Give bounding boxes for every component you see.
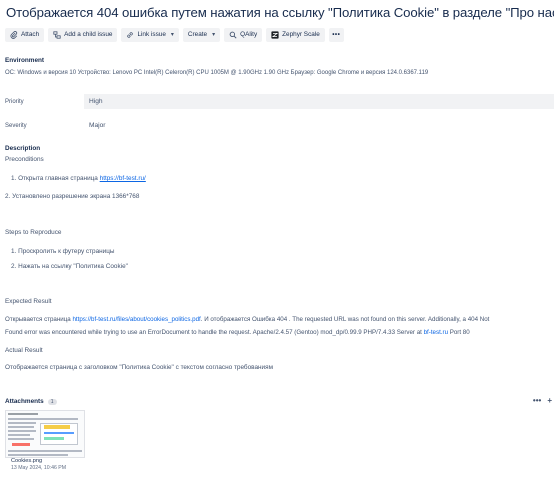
add-child-label: Add a child issue [64,31,113,38]
more-actions-button[interactable]: ••• [328,27,344,42]
attachments-actions: ••• + [533,396,552,405]
more-icon: ••• [332,31,341,38]
bf-test-link[interactable]: https://bf-test.ru/ [100,175,146,182]
link-icon [127,31,134,38]
priority-label: Priority [5,99,24,105]
zephyr-label: Zephyr Scale [282,31,320,38]
create-button[interactable]: Create ▾ [182,27,221,42]
actual-result-label: Actual Result [5,347,43,354]
environment-heading: Environment [5,57,45,64]
description-heading: Description [5,145,41,152]
severity-value[interactable]: Major [89,122,106,129]
expected-rest: . И отображается Ошибка 404 . The reques… [200,316,490,323]
expected-line2-prefix: Found error was encountered while trying… [5,329,424,336]
cookies-pdf-link[interactable]: https://bf-test.ru/files/about/cookies_p… [72,316,200,323]
expected-result-label: Expected Result [5,298,52,305]
issue-toolbar: Attach Add a child issue Link issue ▾ Cr… [5,27,344,42]
link-issue-button[interactable]: Link issue ▾ [121,27,179,42]
issue-title: Отображается 404 ошибка путем нажатия на… [6,5,554,20]
precondition-1-text: 1. Открыта главная страница [11,175,100,182]
priority-value-highlight [84,94,554,109]
chevron-down-icon: ▾ [170,32,174,38]
priority-value[interactable]: High [89,98,103,105]
precondition-2: 2. Установлено разрешение экрана 1366*76… [5,193,140,200]
expected-result-line-2: Found error was encountered while trying… [5,329,470,336]
attach-button[interactable]: Attach [5,27,45,42]
qality-label: QAlity [240,31,258,38]
attach-label: Attach [21,31,40,38]
precondition-1: 1. Открыта главная страница https://bf-t… [11,175,146,182]
attachments-count-badge: 1 [47,398,57,405]
add-child-issue-button[interactable]: Add a child issue [48,27,118,42]
paperclip-icon [10,30,18,39]
zephyr-scale-button[interactable]: Zephyr Scale [266,27,325,42]
child-issue-icon [53,30,61,39]
attachments-more-button[interactable]: ••• [533,396,541,405]
attachment-thumbnail[interactable] [5,410,85,458]
create-label: Create [187,31,208,38]
add-attachment-button[interactable]: + [547,396,552,405]
attachment-file-date: 13 May 2024, 10:46 PM [11,465,67,471]
steps-label: Steps to Reproduce [5,229,62,236]
environment-value: ОС: Windows и версия 10 Устройство: Leno… [5,70,429,76]
attachments-label: Attachments [5,398,44,405]
severity-label: Severity [5,123,27,129]
expected-result-line-1: Открывается страница https://bf-test.ru/… [5,316,489,323]
attachments-heading: Attachments 1 [5,398,57,405]
preconditions-label: Preconditions [5,156,44,163]
actual-result-text: Отображается страница с заголовком "Поли… [5,364,273,371]
zephyr-icon [271,30,279,39]
step-1: 1. Проскролить к футеру страницы [11,248,115,255]
expected-line2-suffix: Port 80 [448,329,470,336]
chevron-down-icon: ▾ [212,32,216,38]
link-issue-label: Link issue [137,31,166,38]
qality-button[interactable]: QAlity [224,27,263,42]
expected-prefix: Открывается страница [5,316,73,323]
qality-search-icon [229,31,237,39]
step-2: 2. Нажать на ссылку "Политика Cookie" [11,263,128,270]
server-link[interactable]: bf-test.ru [424,329,448,336]
attachment-file-name[interactable]: Cookies.png [11,458,42,464]
